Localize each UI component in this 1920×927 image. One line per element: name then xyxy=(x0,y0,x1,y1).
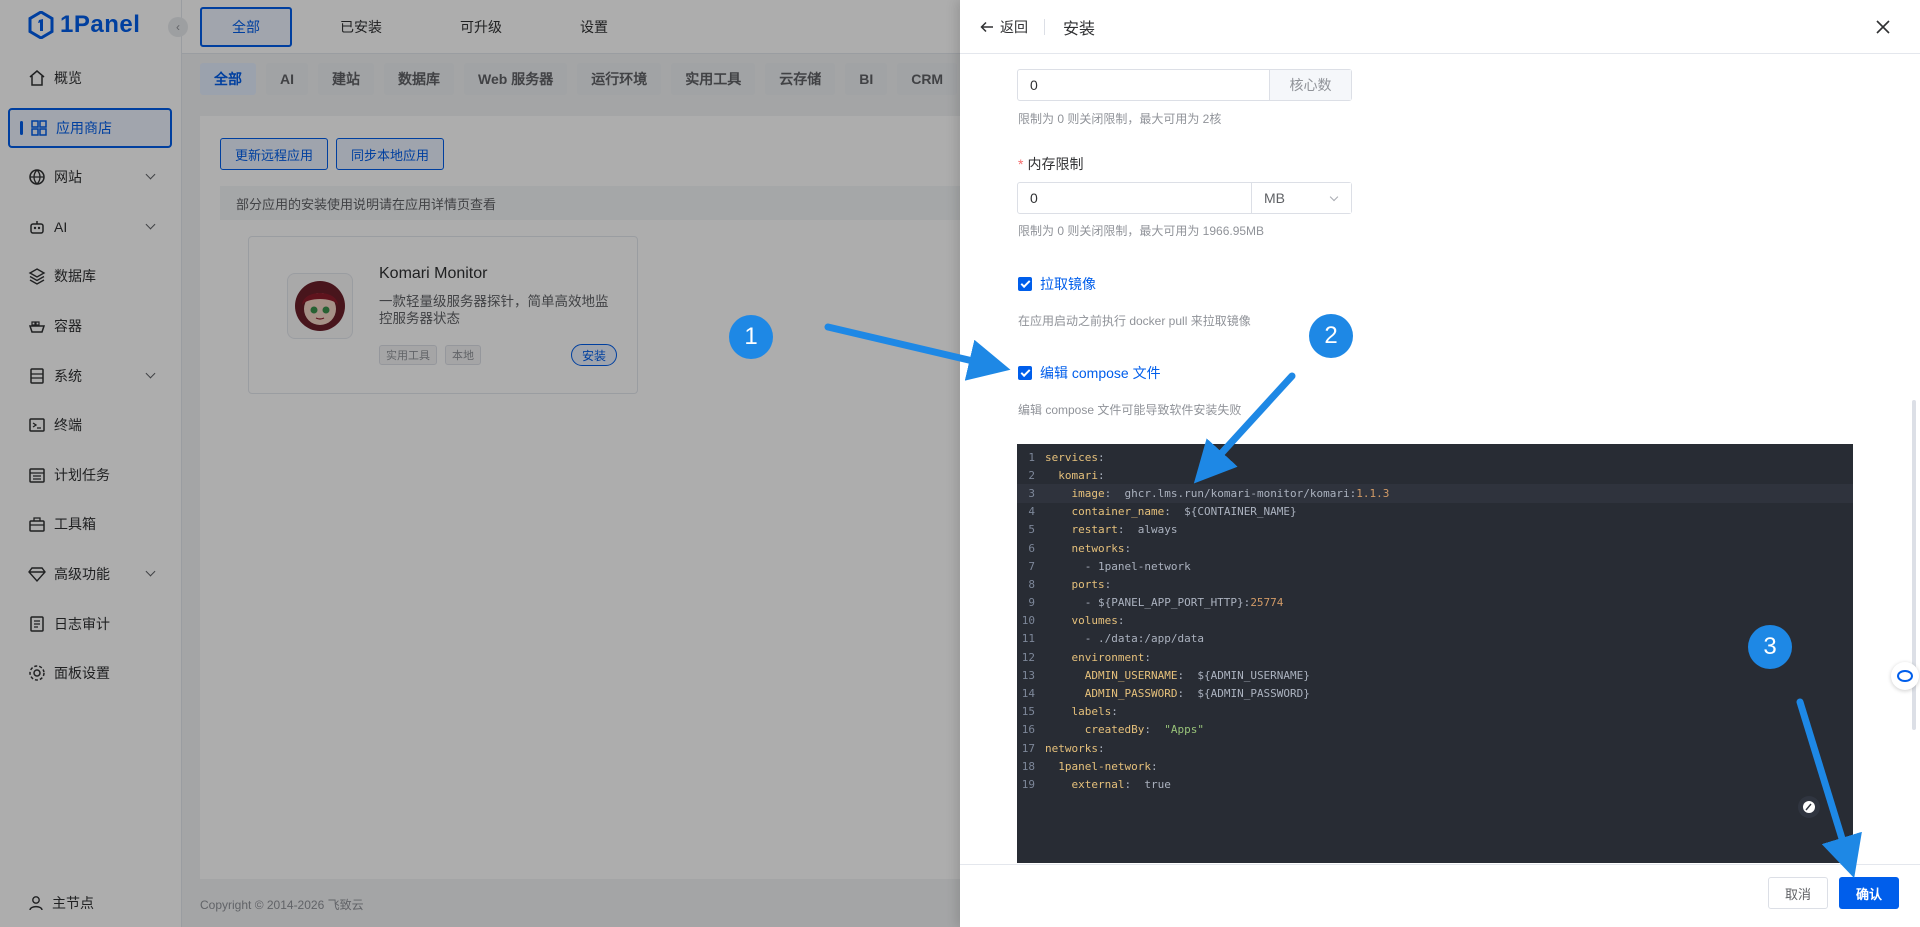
back-label: 返回 xyxy=(1000,18,1028,35)
line-number: 12 xyxy=(1021,650,1035,664)
line-number: 14 xyxy=(1021,687,1035,701)
annotation-badge-3: 3 xyxy=(1748,625,1792,669)
line-number: 8 xyxy=(1028,577,1035,591)
code-line: 9 - ${PANEL_APP_PORT_HTTP}:25774 xyxy=(1017,594,1853,612)
checkbox-checked-icon xyxy=(1018,277,1032,291)
cpu-limit-field[interactable]: 0 核心数 xyxy=(1017,69,1352,101)
code-text: networks: xyxy=(1045,741,1105,755)
code-line: 15 labels: xyxy=(1017,703,1853,721)
pull-image-hint: 在应用启动之前执行 docker pull 来拉取镜像 xyxy=(1018,314,1251,328)
line-number: 16 xyxy=(1021,723,1035,737)
pull-image-checkbox[interactable]: 拉取镜像 xyxy=(1018,274,1096,294)
install-drawer: 返回 安装 0 核心数 限制为 0 则关闭限制，最大可用为 2核 * 内存限制 0… xyxy=(960,0,1920,927)
code-text: labels: xyxy=(1071,705,1118,719)
checkbox-checked-icon xyxy=(1018,366,1032,380)
memory-limit-hint: 限制为 0 则关闭限制，最大可用为 1966.95MB xyxy=(1018,224,1265,238)
line-number: 9 xyxy=(1028,596,1035,610)
code-line: 13 ADMIN_USERNAME: ${ADMIN_USERNAME} xyxy=(1017,666,1853,684)
code-text: restart: always xyxy=(1071,523,1178,537)
code-text: 1panel-network: xyxy=(1058,759,1158,773)
code-line: 1 services: xyxy=(1017,448,1853,466)
line-number: 2 xyxy=(1028,468,1035,482)
code-line: 14 ADMIN_PASSWORD: ${ADMIN_PASSWORD} xyxy=(1017,684,1853,702)
code-text: createdBy: "Apps" xyxy=(1084,723,1204,737)
line-number: 7 xyxy=(1028,559,1035,573)
edit-icon[interactable] xyxy=(1798,796,1820,818)
drawer-overlay[interactable] xyxy=(0,0,960,927)
drawer-header: 返回 安装 xyxy=(960,0,1920,54)
code-line: 18 1panel-network: xyxy=(1017,757,1853,775)
code-line: 4 container_name: ${CONTAINER_NAME} xyxy=(1017,503,1853,521)
drawer-footer: 取消 确认 xyxy=(960,864,1920,927)
code-line: 12 environment: xyxy=(1017,648,1853,666)
line-number: 4 xyxy=(1028,505,1035,519)
code-line: 11 - ./data:/app/data xyxy=(1017,630,1853,648)
code-text: services: xyxy=(1045,450,1105,464)
header-divider xyxy=(1044,18,1045,35)
line-number: 18 xyxy=(1021,759,1035,773)
code-line: 17 networks: xyxy=(1017,739,1853,757)
code-text: komari: xyxy=(1058,468,1105,482)
memory-unit-select[interactable]: MB xyxy=(1251,183,1351,213)
code-line: 3 image: ghcr.lms.run/komari-monitor/kom… xyxy=(1017,484,1853,503)
code-line: 19 external: true xyxy=(1017,775,1853,793)
code-line: 16 createdBy: "Apps" xyxy=(1017,721,1853,739)
install-form: 0 核心数 限制为 0 则关闭限制，最大可用为 2核 * 内存限制 0 MB 限制… xyxy=(960,55,1920,863)
code-line: 2 komari: xyxy=(1017,466,1853,484)
edit-compose-checkbox[interactable]: 编辑 compose 文件 xyxy=(1018,363,1161,383)
back-button[interactable]: 返回 xyxy=(980,17,1028,37)
edit-compose-hint: 编辑 compose 文件可能导致软件安装失败 xyxy=(1018,403,1242,417)
close-icon[interactable] xyxy=(1874,18,1892,36)
cpu-limit-hint: 限制为 0 则关闭限制，最大可用为 2核 xyxy=(1018,112,1222,126)
code-line: 6 networks: xyxy=(1017,539,1853,557)
memory-limit-field[interactable]: 0 MB xyxy=(1017,182,1352,214)
code-line: 5 restart: always xyxy=(1017,521,1853,539)
line-number: 10 xyxy=(1021,614,1035,628)
line-number: 5 xyxy=(1028,523,1035,537)
code-text: volumes: xyxy=(1071,614,1125,628)
memory-limit-input[interactable]: 0 xyxy=(1018,183,1251,213)
compose-editor[interactable]: 1 services: 2 komari: 3 image: ghcr.lms.run… xyxy=(1017,444,1853,863)
assistant-icon[interactable] xyxy=(1891,662,1919,690)
code-text: environment: xyxy=(1071,650,1151,664)
arrow-left-icon xyxy=(980,21,993,32)
code-line: 10 volumes: xyxy=(1017,612,1853,630)
annotation-badge-2: 2 xyxy=(1309,314,1353,358)
line-number: 11 xyxy=(1021,632,1035,646)
code-text: - ./data:/app/data xyxy=(1045,632,1204,646)
code-line: 7 - 1panel-network xyxy=(1017,557,1853,575)
code-text: ADMIN_PASSWORD: ${ADMIN_PASSWORD} xyxy=(1084,687,1310,701)
line-number: 1 xyxy=(1028,450,1035,464)
line-number: 15 xyxy=(1021,705,1035,719)
cancel-button[interactable]: 取消 xyxy=(1768,877,1828,909)
cpu-unit-suffix: 核心数 xyxy=(1269,70,1351,100)
code-text: - ${PANEL_APP_PORT_HTTP}:25774 xyxy=(1045,596,1284,610)
line-number: 13 xyxy=(1021,668,1035,682)
line-number: 3 xyxy=(1028,486,1035,500)
code-text: networks: xyxy=(1071,541,1132,555)
confirm-button[interactable]: 确认 xyxy=(1839,877,1899,909)
line-number: 6 xyxy=(1028,541,1035,555)
line-number: 17 xyxy=(1021,741,1035,755)
chevron-down-icon xyxy=(1329,192,1339,202)
code-text: external: true xyxy=(1071,777,1171,791)
code-text: - 1panel-network xyxy=(1045,559,1191,573)
cpu-limit-input[interactable]: 0 xyxy=(1018,70,1269,100)
annotation-badge-1: 1 xyxy=(729,315,773,359)
code-text: container_name: ${CONTAINER_NAME} xyxy=(1071,505,1297,519)
drawer-title: 安装 xyxy=(1063,20,1096,38)
code-text: ADMIN_USERNAME: ${ADMIN_USERNAME} xyxy=(1084,668,1310,682)
code-text: ports: xyxy=(1071,577,1112,591)
memory-limit-label: * 内存限制 xyxy=(1018,156,1084,172)
line-number: 19 xyxy=(1021,777,1035,791)
code-line: 8 ports: xyxy=(1017,575,1853,593)
code-text: image: ghcr.lms.run/komari-monitor/komar… xyxy=(1071,486,1390,500)
